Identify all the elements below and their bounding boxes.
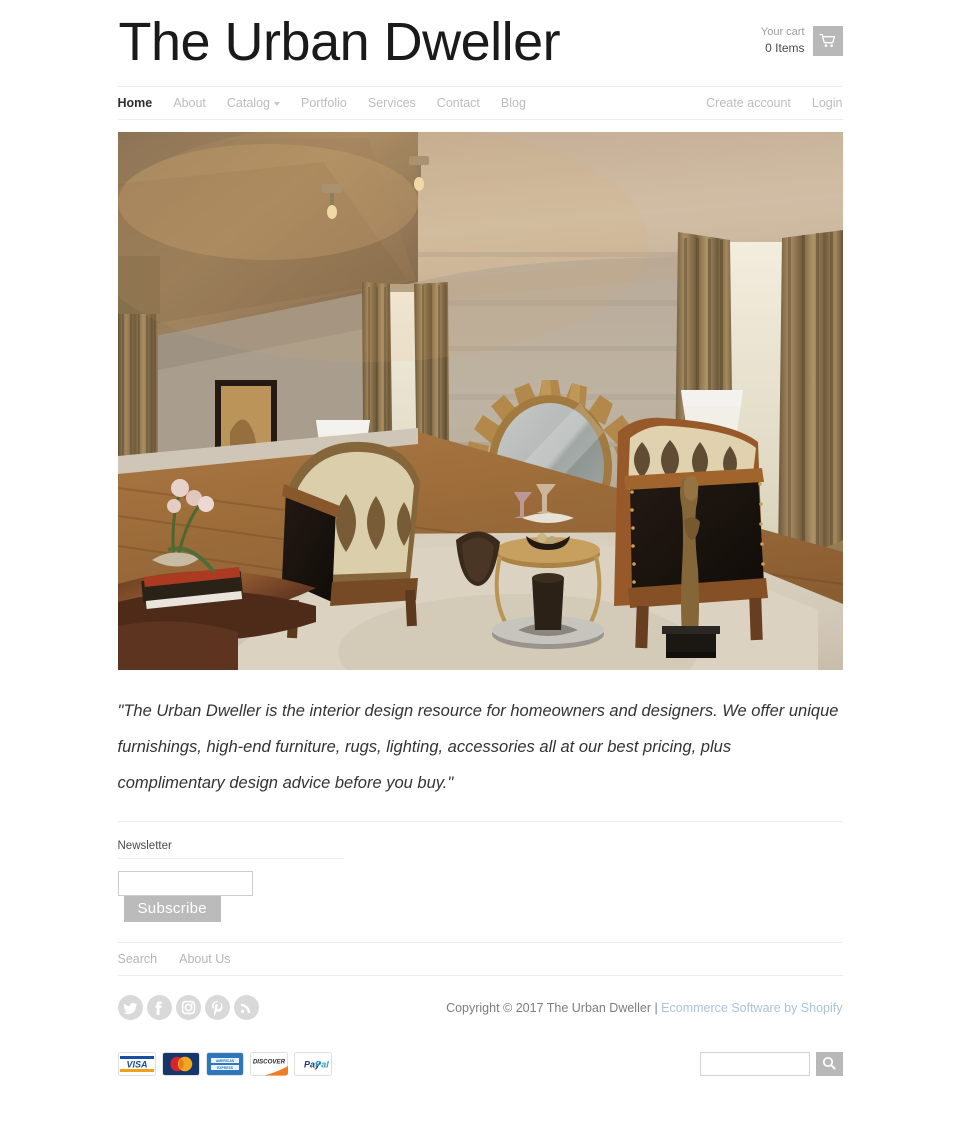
facebook-icon bbox=[146, 995, 172, 1020]
svg-text:EXPRESS: EXPRESS bbox=[216, 1066, 233, 1070]
twitter-icon bbox=[117, 995, 143, 1020]
nav-link-contact[interactable]: Contact bbox=[437, 96, 480, 110]
nav-link-blog[interactable]: Blog bbox=[501, 96, 526, 110]
search-icon bbox=[822, 1056, 836, 1073]
payment-and-search-row: VISA AMERICAN EXPRESS DISCOVER Pay Pal bbox=[117, 1020, 843, 1076]
nav-item-contact: Contact bbox=[437, 94, 480, 112]
main-navigation: Home About Catalog Portfolio Services Co… bbox=[117, 86, 843, 120]
hero-image[interactable] bbox=[117, 132, 843, 670]
nav-item-home: Home bbox=[118, 94, 153, 112]
svg-text:VISA: VISA bbox=[126, 1060, 147, 1070]
svg-text:Pal: Pal bbox=[315, 1060, 329, 1070]
living-room-photo bbox=[117, 132, 843, 670]
search-button[interactable] bbox=[815, 1052, 843, 1076]
american-express-icon: AMERICAN EXPRESS bbox=[205, 1052, 244, 1076]
nav-link-about[interactable]: About bbox=[173, 96, 206, 110]
instagram-icon bbox=[175, 995, 201, 1020]
cart-summary: Your cart 0 Items bbox=[761, 25, 805, 56]
footer-search bbox=[699, 1052, 843, 1076]
quote-text: "The Urban Dweller is the interior desig… bbox=[117, 702, 839, 792]
site-header: The Urban Dweller Your cart 0 Items bbox=[118, 0, 843, 86]
cart-widget[interactable]: Your cart 0 Items bbox=[761, 25, 843, 56]
nav-label: Contact bbox=[436, 96, 480, 110]
newsletter-email-input[interactable] bbox=[117, 871, 253, 896]
page-title: The Urban Dweller bbox=[118, 12, 561, 72]
cart-button[interactable] bbox=[812, 25, 843, 56]
nav-link-home[interactable]: Home bbox=[118, 96, 153, 110]
nav-item-blog: Blog bbox=[501, 94, 526, 112]
rss-icon bbox=[233, 995, 259, 1020]
nav-label: Services bbox=[367, 96, 416, 110]
social-link-instagram[interactable] bbox=[175, 995, 201, 1020]
nav-label: Login bbox=[811, 96, 843, 110]
social-link-pinterest[interactable] bbox=[204, 995, 230, 1020]
chevron-down-icon bbox=[274, 102, 280, 106]
intro-quote: "The Urban Dweller is the interior desig… bbox=[117, 670, 843, 822]
subscribe-button[interactable]: Subscribe bbox=[123, 896, 221, 922]
footer-link-about-us[interactable]: About Us bbox=[179, 952, 230, 966]
shopping-cart-icon bbox=[819, 33, 836, 48]
nav-label: Portfolio bbox=[301, 96, 347, 110]
footer-nav: Search About Us bbox=[117, 942, 843, 976]
social-link-rss[interactable] bbox=[233, 995, 259, 1020]
copyright-text: Copyright © 2017 The Urban Dweller | bbox=[446, 1000, 662, 1015]
svg-text:DISCOVER: DISCOVER bbox=[252, 1059, 285, 1066]
shopify-link[interactable]: Ecommerce Software by Shopify bbox=[661, 1001, 842, 1015]
copyright: Copyright © 2017 The Urban Dweller | Eco… bbox=[446, 1001, 842, 1015]
page-root: The Urban Dweller Your cart 0 Items Home… bbox=[0, 0, 960, 1076]
social-link-twitter[interactable] bbox=[117, 995, 143, 1020]
nav-link-portfolio[interactable]: Portfolio bbox=[301, 96, 347, 110]
payment-methods: VISA AMERICAN EXPRESS DISCOVER Pay Pal bbox=[117, 1052, 332, 1076]
social-links bbox=[117, 995, 259, 1020]
cart-item-count: 0 Items bbox=[765, 40, 805, 55]
search-input[interactable] bbox=[699, 1052, 810, 1076]
nav-link-catalog[interactable]: Catalog bbox=[227, 96, 280, 110]
nav-link-login[interactable]: Login bbox=[812, 96, 843, 110]
nav-label: Blog bbox=[500, 96, 526, 110]
nav-item-portfolio: Portfolio bbox=[301, 94, 347, 112]
nav-link-services[interactable]: Services bbox=[368, 96, 416, 110]
discover-icon: DISCOVER bbox=[249, 1052, 288, 1076]
nav-label: Create account bbox=[706, 96, 791, 110]
content-container: The Urban Dweller Your cart 0 Items Home… bbox=[117, 0, 843, 1076]
footer-bottom: Copyright © 2017 The Urban Dweller | Eco… bbox=[117, 976, 843, 1020]
cart-label: Your cart bbox=[760, 26, 805, 38]
nav-label: About bbox=[173, 96, 206, 110]
visa-icon: VISA bbox=[117, 1052, 156, 1076]
newsletter-heading: Newsletter bbox=[117, 840, 344, 859]
hero-section bbox=[117, 120, 843, 670]
nav-label: Home bbox=[117, 96, 153, 110]
nav-label: Catalog bbox=[226, 96, 270, 110]
pinterest-icon bbox=[204, 995, 230, 1020]
nav-item-catalog: Catalog bbox=[227, 94, 280, 112]
nav-item-about: About bbox=[173, 94, 206, 112]
nav-link-create-account[interactable]: Create account bbox=[706, 96, 791, 110]
newsletter-section: Newsletter Subscribe bbox=[117, 822, 843, 942]
nav-item-services: Services bbox=[368, 94, 416, 112]
social-link-facebook[interactable] bbox=[146, 995, 172, 1020]
primary-nav-list: Home About Catalog Portfolio Services Co… bbox=[118, 94, 526, 112]
footer-link-search[interactable]: Search bbox=[118, 952, 158, 966]
paypal-icon: Pay Pal bbox=[293, 1052, 332, 1076]
svg-text:AMERICAN: AMERICAN bbox=[215, 1059, 234, 1063]
mastercard-icon bbox=[161, 1052, 200, 1076]
account-nav-list: Create account Login bbox=[685, 96, 842, 110]
